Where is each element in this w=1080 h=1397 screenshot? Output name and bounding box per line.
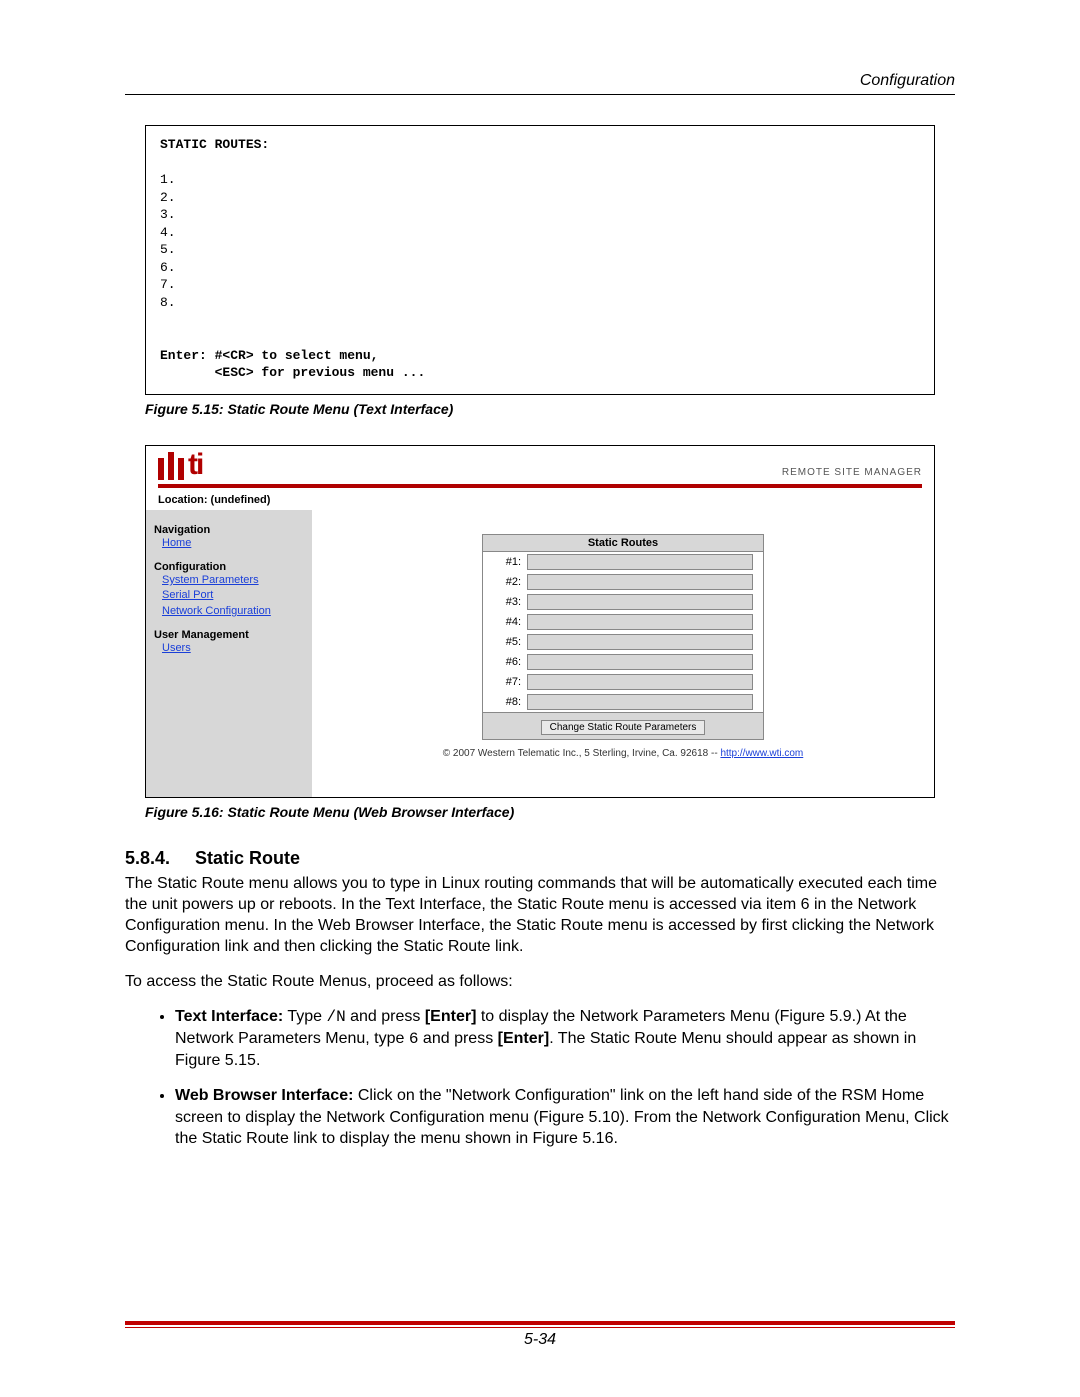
route-label: #5: (493, 636, 521, 648)
term-row: 4. (160, 225, 176, 240)
route-label: #1: (493, 556, 521, 568)
figure-caption-516: Figure 5.16: Static Route Menu (Web Brow… (145, 804, 955, 820)
li1-b: and press (346, 1008, 425, 1025)
paragraph-1: The Static Route menu allows you to type… (125, 873, 955, 957)
bullet-web-interface: Web Browser Interface: Click on the "Net… (175, 1085, 955, 1148)
route-label: #4: (493, 616, 521, 628)
li1-enter1: [Enter] (425, 1008, 477, 1025)
sidebar-link-system-parameters[interactable]: System Parameters (162, 573, 304, 588)
route-input-8[interactable] (527, 694, 753, 710)
sidebar-link-network-config[interactable]: Network Configuration (162, 604, 304, 619)
term-title: STATIC ROUTES: (160, 137, 269, 152)
paragraph-2: To access the Static Route Menus, procee… (125, 971, 955, 992)
li1-a: Type (283, 1008, 326, 1025)
route-input-2[interactable] (527, 574, 753, 590)
term-row: 7. (160, 277, 176, 292)
section-title: Static Route (195, 848, 300, 868)
bullet-text-interface: Text Interface: Type /N and press [Enter… (175, 1006, 955, 1071)
figure-caption-515: Figure 5.15: Static Route Menu (Text Int… (145, 401, 955, 417)
term-row: 6. (160, 260, 176, 275)
route-input-6[interactable] (527, 654, 753, 670)
change-static-route-button[interactable]: Change Static Route Parameters (541, 720, 706, 735)
term-row: 8. (160, 295, 176, 310)
remote-site-manager-label: REMOTE SITE MANAGER (782, 467, 922, 482)
route-label: #2: (493, 576, 521, 588)
term-row: 3. (160, 207, 176, 222)
term-row: 5. (160, 242, 176, 257)
web-interface-figure: ti REMOTE SITE MANAGER Location: (undefi… (145, 445, 935, 798)
sidebar-link-home[interactable]: Home (162, 536, 304, 551)
sidebar: Navigation Home Configuration System Par… (146, 510, 312, 797)
footer-rule (125, 1321, 955, 1327)
route-label: #7: (493, 676, 521, 688)
config-heading: Configuration (154, 561, 304, 573)
static-routes-panel: Static Routes #1: #2: #3: #4: #5: #6: #7… (482, 534, 764, 740)
route-label: #6: (493, 656, 521, 668)
term-row: 1. (160, 172, 176, 187)
sidebar-link-users[interactable]: Users (162, 641, 304, 656)
term-row: 2. (160, 190, 176, 205)
term-enter-1: Enter: #<CR> to select menu, (160, 348, 378, 363)
terminal-figure: STATIC ROUTES: 1. 2. 3. 4. 5. 6. 7. 8. E… (145, 125, 935, 395)
li1-lead: Text Interface: (175, 1008, 283, 1025)
header-rule (125, 94, 955, 95)
route-input-5[interactable] (527, 634, 753, 650)
li1-enter2: [Enter] (498, 1030, 550, 1047)
li1-cmd: /N (326, 1008, 345, 1026)
webif-footer: © 2007 Western Telematic Inc., 5 Sterlin… (443, 740, 804, 769)
li2-lead: Web Browser Interface: (175, 1087, 353, 1104)
location-label: Location: (undefined) (146, 488, 934, 510)
user-mgmt-heading: User Management (154, 629, 304, 641)
route-input-1[interactable] (527, 554, 753, 570)
nav-heading: Navigation (154, 524, 304, 536)
section-number: 5.8.4. (125, 848, 195, 869)
copyright-text: © 2007 Western Telematic Inc., 5 Sterlin… (443, 748, 721, 759)
sidebar-link-serial-port[interactable]: Serial Port (162, 588, 304, 603)
running-header: Configuration (125, 72, 955, 90)
li1-d: and press (418, 1030, 497, 1047)
route-input-3[interactable] (527, 594, 753, 610)
section-heading: 5.8.4.Static Route (125, 848, 955, 869)
static-routes-title: Static Routes (483, 535, 763, 552)
route-label: #8: (493, 696, 521, 708)
wti-logo: ti (158, 450, 202, 482)
page-number: 5-34 (0, 1331, 1080, 1349)
term-enter-2: <ESC> for previous menu ... (160, 365, 425, 380)
route-label: #3: (493, 596, 521, 608)
route-input-7[interactable] (527, 674, 753, 690)
wti-link[interactable]: http://www.wti.com (720, 748, 803, 759)
route-input-4[interactable] (527, 614, 753, 630)
